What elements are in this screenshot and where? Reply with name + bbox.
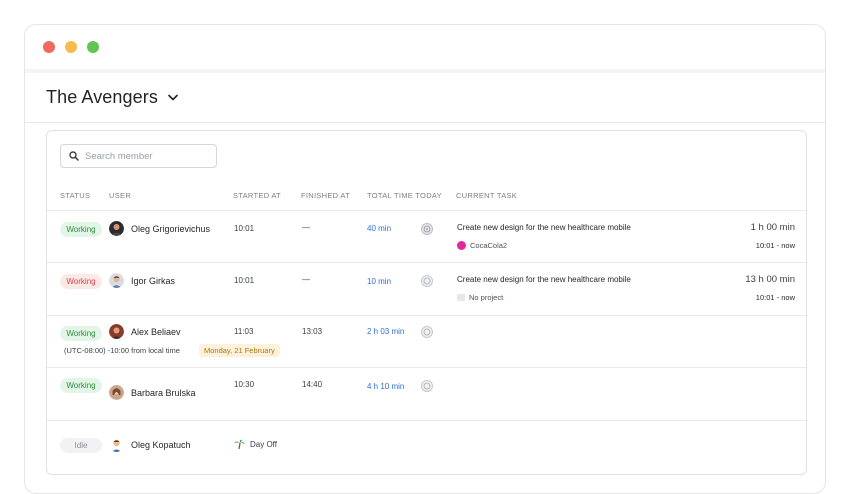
search-field[interactable] [60, 144, 217, 168]
started-at: 10:01 [234, 224, 255, 233]
current-task-title[interactable]: Create new design for the new healthcare… [457, 223, 631, 232]
task-total-time: 1 h 00 min [750, 222, 795, 233]
started-at: 11:03 [234, 327, 254, 336]
project-name: No project [469, 293, 504, 302]
members-table-card: STATUS USER STARTED AT FINISHED AT TOTAL… [46, 130, 807, 475]
column-header-total-time-today[interactable]: TOTAL TIME TODAY [367, 191, 442, 200]
user-name[interactable]: Igor Girkas [131, 276, 175, 286]
task-total-time: 13 h 00 min [745, 274, 795, 285]
avatar [109, 273, 124, 288]
title-bar [25, 25, 825, 69]
search-input[interactable] [85, 150, 210, 162]
column-header-started-at[interactable]: STARTED AT [233, 191, 281, 200]
column-header-status[interactable]: STATUS [60, 191, 90, 200]
row-divider [47, 210, 806, 211]
user-name[interactable]: Oleg Kopatuch [131, 440, 191, 450]
minimize-window-button[interactable] [65, 41, 77, 53]
status-badge: Working [60, 378, 102, 393]
activity-clock-icon[interactable] [421, 325, 433, 338]
total-time[interactable]: 40 min [367, 224, 391, 233]
timezone-note: (UTC-08:00) -10:00 from local time [64, 346, 180, 355]
project-label[interactable]: CocaCola2 [457, 241, 507, 250]
activity-clock-icon[interactable] [421, 274, 433, 287]
maximize-window-button[interactable] [87, 41, 99, 53]
column-header-user[interactable]: USER [109, 191, 131, 200]
finished-at: — [302, 223, 310, 232]
status-badge: Working [60, 326, 102, 341]
project-label[interactable]: No project [457, 293, 503, 302]
activity-clock-icon[interactable] [421, 222, 433, 235]
activity-clock-icon[interactable] [421, 379, 433, 392]
status-badge: Idle [60, 438, 102, 453]
column-header-current-task[interactable]: CURRENT TASK [456, 191, 517, 200]
page-header: The Avengers [25, 73, 825, 123]
row-divider [47, 262, 806, 263]
row-divider [47, 315, 806, 316]
started-at: 10:01 [234, 276, 255, 285]
avatar [109, 221, 124, 236]
app-window: The Avengers STATUS USER STARTED AT FINI… [24, 24, 826, 494]
finished-at: 13:03 [302, 327, 323, 336]
task-time-range: 10:01 - now [755, 293, 795, 302]
avatar [109, 437, 124, 452]
close-window-button[interactable] [43, 41, 55, 53]
row-divider [47, 420, 806, 421]
avatar [109, 385, 124, 400]
avatar [109, 324, 124, 339]
day-off-text: Day Off [250, 440, 277, 449]
column-header-finished-at[interactable]: FINISHED AT [301, 191, 350, 200]
status-badge: Working [60, 274, 102, 289]
search-icon [69, 151, 79, 161]
date-chip: Monday, 21 February [199, 344, 280, 357]
day-off-label: Day Off [234, 439, 277, 450]
total-time[interactable]: 4 h 10 min [367, 382, 404, 391]
row-divider [47, 367, 806, 368]
project-color-dot [457, 241, 466, 250]
user-name[interactable]: Alex Beliaev [131, 327, 181, 337]
user-name[interactable]: Oleg Grigorievichus [131, 224, 210, 234]
current-task-title[interactable]: Create new design for the new healthcare… [457, 275, 631, 284]
project-name: CocaCola2 [470, 241, 508, 250]
started-at: 10:30 [234, 380, 255, 389]
task-time-range: 10:01 - now [755, 241, 795, 250]
total-time[interactable]: 10 min [367, 277, 391, 286]
chevron-down-icon[interactable] [168, 94, 178, 101]
status-badge: Working [60, 222, 102, 237]
user-name[interactable]: Barbara Brulska [131, 388, 196, 398]
total-time[interactable]: 2 h 03 min [367, 327, 404, 336]
finished-at: — [302, 275, 310, 284]
palm-tree-icon [234, 439, 245, 450]
no-project-icon [457, 294, 465, 301]
finished-at: 14:40 [302, 380, 323, 389]
team-title[interactable]: The Avengers [46, 87, 158, 108]
